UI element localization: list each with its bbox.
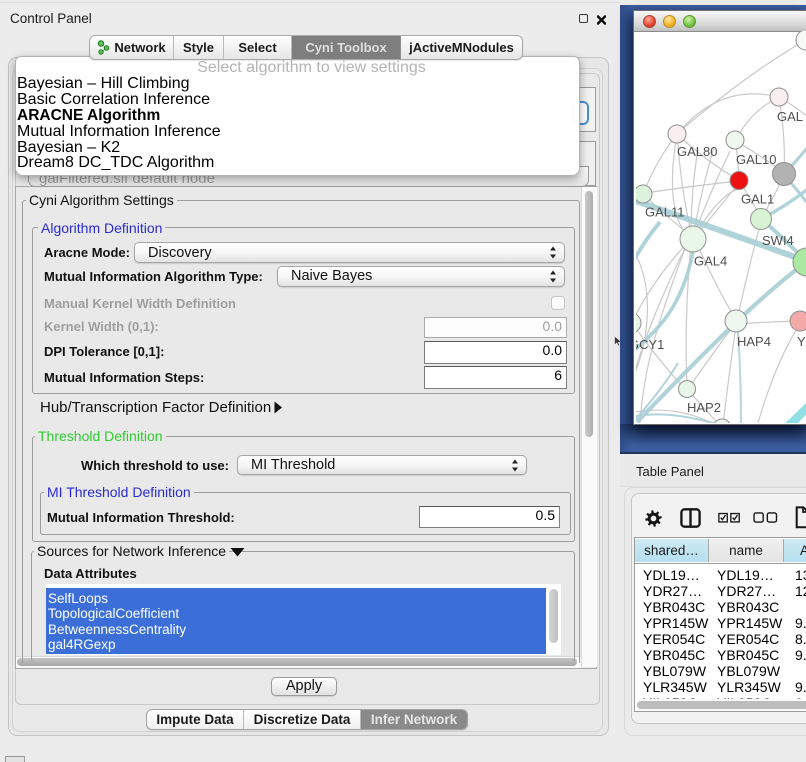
svg-text:HAP2: HAP2 (687, 400, 721, 415)
svg-text:HAP4: HAP4 (737, 334, 771, 349)
svg-text:GAL4: GAL4 (694, 254, 727, 269)
svg-text:GAL: GAL (777, 109, 803, 124)
svg-text:SWI4: SWI4 (762, 233, 794, 248)
svg-text:GAL11: GAL11 (645, 205, 685, 220)
svg-text:GCY1: GCY1 (636, 337, 664, 352)
svg-text:Y: Y (797, 334, 806, 349)
svg-text:GAL1: GAL1 (741, 192, 774, 207)
svg-text:GAL80: GAL80 (677, 144, 717, 159)
svg-text:GAL10: GAL10 (736, 152, 776, 167)
